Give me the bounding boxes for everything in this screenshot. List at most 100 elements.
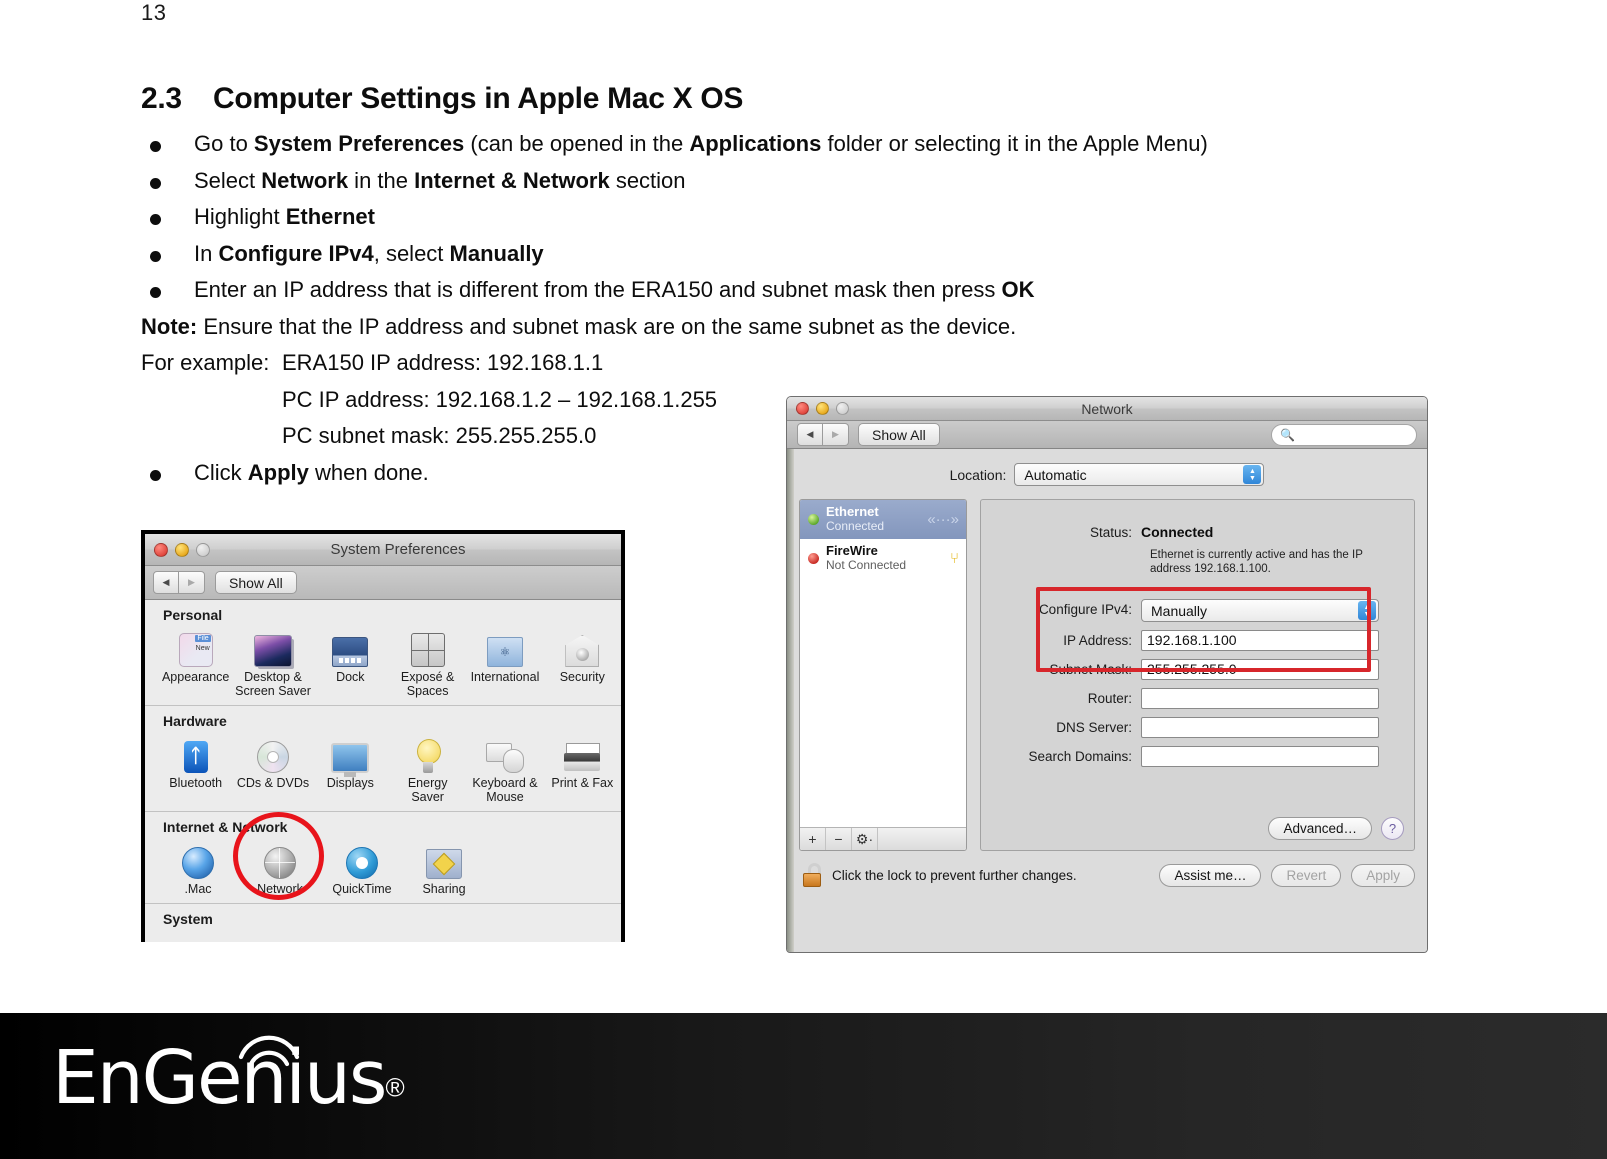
service-name: FireWire xyxy=(826,543,878,558)
configure-ipv4-row: Configure IPv4: Manually ▲ ▼ xyxy=(981,599,1414,622)
search-input[interactable]: 🔍 xyxy=(1271,423,1417,446)
instruction-item: Go to System Preferences (can be opened … xyxy=(141,126,1461,163)
pref-item-cds-dvds[interactable]: CDs & DVDs xyxy=(234,731,311,804)
nav-segmented-control[interactable]: ◀ ▶ xyxy=(797,423,849,446)
forward-icon[interactable]: ▶ xyxy=(179,571,205,594)
pref-item-dock[interactable]: Dock xyxy=(312,625,389,698)
pref-item-international[interactable]: ⚛ International xyxy=(466,625,543,698)
revert-button[interactable]: Revert xyxy=(1271,863,1342,887)
detail-pane: Status: Connected Ethernet is currently … xyxy=(980,499,1415,851)
pref-item-dot-mac[interactable]: .Mac xyxy=(157,837,239,896)
subnet-mask-row: Subnet Mask: 255.255.255.0 xyxy=(981,659,1414,680)
cd-dvd-icon xyxy=(234,731,311,773)
instruction-item: Select Network in the Internet & Network… xyxy=(141,163,1461,200)
help-icon[interactable]: ? xyxy=(1381,817,1404,840)
subnet-mask-field[interactable]: 255.255.255.0 xyxy=(1141,659,1379,680)
pref-item-bluetooth[interactable]: ᛏ Bluetooth xyxy=(157,731,234,804)
page-number: 13 xyxy=(141,0,167,25)
pref-item-quicktime[interactable]: QuickTime xyxy=(321,837,403,896)
pref-item-label: Print & Fax xyxy=(551,776,614,790)
status-description: Ethernet is currently active and has the… xyxy=(1150,549,1363,575)
instruction-item: Highlight Ethernet xyxy=(141,199,1461,236)
emphasis-text: Internet & Network xyxy=(414,167,610,193)
plain-text: Enter an IP address that is different fr… xyxy=(194,277,1002,302)
pref-item-print-fax[interactable]: Print & Fax xyxy=(544,731,621,804)
pref-item-appearance[interactable]: Appearance xyxy=(157,625,234,698)
sysprefs-toolbar: ◀ ▶ Show All xyxy=(145,566,621,600)
minimize-button[interactable] xyxy=(816,402,829,415)
emphasis-text: Configure IPv4 xyxy=(218,240,374,266)
emphasis-text: Manually xyxy=(449,240,544,266)
network-main: Ethernet Connected «···» FireWire Not Co… xyxy=(799,499,1415,851)
pref-item-label: Exposé & Spaces xyxy=(400,670,455,698)
pref-item-label: Energy Saver xyxy=(407,776,448,804)
emphasis-text: OK xyxy=(1001,277,1035,302)
pref-item-desktop-screensaver[interactable]: Desktop & Screen Saver xyxy=(234,625,311,698)
configure-ipv4-popup[interactable]: Manually ▲ ▼ xyxy=(1141,599,1379,622)
note-text: Ensure that the IP address and subnet ma… xyxy=(197,313,1017,339)
service-name: Ethernet xyxy=(826,504,879,519)
pref-item-network[interactable]: Network xyxy=(239,837,321,896)
note-line: Note: Ensure that the IP address and sub… xyxy=(141,309,1461,346)
pref-item-label: CDs & DVDs xyxy=(236,776,310,790)
advanced-button[interactable]: Advanced… xyxy=(1268,817,1372,840)
pref-item-security[interactable]: Security xyxy=(544,625,621,698)
forward-icon[interactable]: ▶ xyxy=(823,423,849,446)
assist-me-button[interactable]: Assist me… xyxy=(1159,863,1262,887)
ip-address-field[interactable]: 192.168.1.100 xyxy=(1141,630,1379,651)
search-domains-field[interactable] xyxy=(1141,746,1379,767)
pref-item-keyboard-mouse[interactable]: Keyboard & Mouse xyxy=(466,731,543,804)
close-button[interactable] xyxy=(154,543,168,557)
dock-icon xyxy=(312,625,389,667)
lock-text: Click the lock to prevent further change… xyxy=(832,867,1077,883)
example-value: PC IP address: 192.168.1.2 – 192.168.1.2… xyxy=(282,386,718,412)
pref-group-title: Personal xyxy=(163,607,223,623)
add-service-button[interactable]: + xyxy=(800,828,826,850)
emphasis-text: Ethernet xyxy=(285,204,375,229)
service-list: Ethernet Connected «···» FireWire Not Co… xyxy=(799,499,967,851)
close-button[interactable] xyxy=(796,402,809,415)
chevron-updown-icon[interactable]: ▲ ▼ xyxy=(1358,601,1376,620)
plain-text: in the xyxy=(348,167,415,193)
zoom-button[interactable] xyxy=(196,543,210,557)
brand-name: EnGenius xyxy=(52,1035,387,1121)
back-icon[interactable]: ◀ xyxy=(797,423,823,446)
plain-text: (can be opened in the xyxy=(464,131,690,156)
plain-text: section xyxy=(609,167,686,193)
lock-icon[interactable] xyxy=(803,863,823,887)
nav-segmented-control[interactable]: ◀ ▶ xyxy=(153,571,205,594)
router-field[interactable] xyxy=(1141,688,1379,709)
lock-row: Click the lock to prevent further change… xyxy=(799,851,1415,887)
pref-group-system: System xyxy=(145,904,621,942)
remove-service-button[interactable]: − xyxy=(826,828,852,850)
dns-server-row: DNS Server: xyxy=(981,717,1414,738)
chevron-updown-icon[interactable]: ▲ ▼ xyxy=(1243,465,1262,484)
show-all-button[interactable]: Show All xyxy=(215,571,297,594)
minimize-button[interactable] xyxy=(175,543,189,557)
pref-item-displays[interactable]: Displays xyxy=(312,731,389,804)
emphasis-text: Apply xyxy=(247,459,309,485)
pref-item-expose-spaces[interactable]: Exposé & Spaces xyxy=(389,625,466,698)
show-all-button[interactable]: Show All xyxy=(858,423,940,446)
traffic-lights xyxy=(154,543,210,557)
search-domains-row: Search Domains: xyxy=(981,746,1414,767)
energy-saver-icon xyxy=(389,731,466,773)
dns-server-field[interactable] xyxy=(1141,717,1379,738)
pref-group-internet-network: Internet & Network .Mac Network QuickTim… xyxy=(145,812,621,904)
network-toolbar: ◀ ▶ Show All 🔍 xyxy=(787,421,1427,449)
sysprefs-title: System Preferences xyxy=(330,541,466,558)
back-icon[interactable]: ◀ xyxy=(153,571,179,594)
pref-item-label: Displays xyxy=(326,776,374,790)
apply-button[interactable]: Apply xyxy=(1351,863,1415,887)
zoom-button[interactable] xyxy=(836,402,849,415)
service-list-footer: + − ⚙· xyxy=(800,827,966,850)
status-label: Status: xyxy=(1089,525,1132,540)
pref-item-energy-saver[interactable]: Energy Saver xyxy=(389,731,466,804)
location-popup[interactable]: Automatic ▲ ▼ xyxy=(1014,463,1265,486)
pref-item-sharing[interactable]: Sharing xyxy=(403,837,485,896)
gear-icon[interactable]: ⚙· xyxy=(852,828,878,850)
pref-group-title: Hardware xyxy=(163,713,227,729)
service-item-firewire[interactable]: FireWire Not Connected ⑂ xyxy=(800,539,966,578)
section-number: 2.3 xyxy=(141,82,182,115)
service-item-ethernet[interactable]: Ethernet Connected «···» xyxy=(800,500,966,539)
